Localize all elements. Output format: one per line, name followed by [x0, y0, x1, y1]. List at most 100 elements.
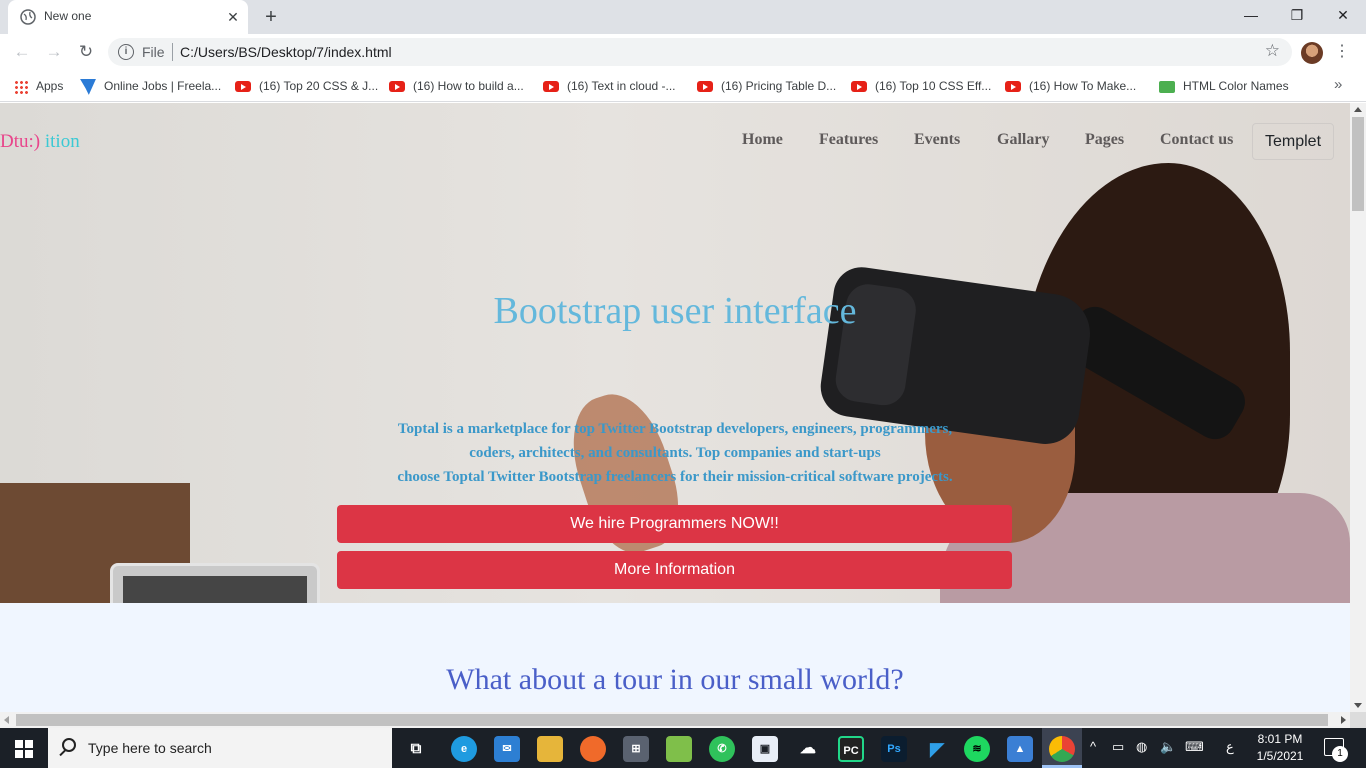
- bookmark-label: Apps: [36, 79, 64, 93]
- tab-close-icon[interactable]: ✕: [224, 8, 242, 26]
- nav-pages[interactable]: Pages: [1085, 131, 1124, 149]
- page-viewport: Dtu:) ition Home Features Events Gallary…: [0, 103, 1350, 712]
- mail-icon[interactable]: ✉: [494, 736, 520, 762]
- youtube-icon: [851, 81, 867, 93]
- bookmark-apps[interactable]: Apps: [14, 77, 63, 95]
- bookmark-text-in-cloud[interactable]: (16) Text in cloud -...: [543, 77, 676, 95]
- nav-contact-us[interactable]: Contact us: [1160, 131, 1233, 149]
- scroll-down-arrow-icon[interactable]: [1354, 703, 1362, 708]
- close-window-button[interactable]: ✕: [1330, 4, 1356, 26]
- bookmark-pricing-table[interactable]: (16) Pricing Table D...: [697, 77, 836, 95]
- firefox-icon[interactable]: [580, 736, 606, 762]
- vertical-scroll-thumb[interactable]: [1352, 117, 1364, 211]
- spotify-icon[interactable]: ≋: [964, 736, 990, 762]
- battery-icon[interactable]: ▭: [1112, 739, 1124, 755]
- restore-button[interactable]: ❐: [1284, 4, 1310, 26]
- nav-events[interactable]: Events: [914, 131, 960, 149]
- apps-grid-icon: [14, 79, 28, 94]
- browser-tab[interactable]: New one ✕: [8, 0, 248, 34]
- network-globe-icon[interactable]: ◍: [1136, 739, 1147, 755]
- windows-start-icon[interactable]: [0, 728, 48, 768]
- reload-icon[interactable]: ↻: [74, 40, 98, 64]
- nav-home[interactable]: Home: [742, 131, 783, 149]
- bookmark-label: (16) How To Make...: [1029, 79, 1137, 93]
- soundcloud-icon[interactable]: ☁: [795, 736, 821, 762]
- browser-toolbar: ← → ↻ i File C:/Users/BS/Desktop/7/index…: [0, 34, 1366, 70]
- store-icon[interactable]: ⊞: [623, 736, 649, 762]
- bookmark-label: HTML Color Names: [1183, 79, 1289, 93]
- app-box-icon[interactable]: ▣: [752, 736, 778, 762]
- nav-features[interactable]: Features: [819, 131, 878, 149]
- hero-description: Toptal is a marketplace for top Twitter …: [338, 417, 1012, 489]
- brand-logo[interactable]: Dtu:) ition: [0, 131, 80, 153]
- w3schools-icon: [1159, 80, 1175, 93]
- notepad-plus-icon[interactable]: [666, 736, 692, 762]
- hero-line-1: Toptal is a marketplace for top Twitter …: [397, 421, 953, 437]
- keyboard-icon[interactable]: ⌨: [1185, 739, 1204, 755]
- bookmark-star-icon[interactable]: ☆: [1265, 41, 1280, 61]
- chrome-icon[interactable]: [1049, 736, 1075, 762]
- photos-icon[interactable]: ▲: [1007, 736, 1033, 762]
- scroll-up-arrow-icon[interactable]: [1354, 107, 1362, 112]
- bookmark-how-to-build[interactable]: (16) How to build a...: [389, 77, 524, 95]
- url-text[interactable]: C:/Users/BS/Desktop/7/index.html: [180, 44, 392, 60]
- globe-icon: [20, 9, 36, 25]
- brand-part-1: Dtu:): [0, 131, 41, 152]
- horizontal-scroll-thumb[interactable]: [16, 714, 1328, 726]
- scrollbar-corner: [1350, 712, 1366, 728]
- bookmark-online-jobs[interactable]: Online Jobs | Freela...: [80, 77, 221, 95]
- file-explorer-icon[interactable]: [537, 736, 563, 762]
- vertical-scrollbar[interactable]: [1350, 103, 1366, 712]
- edge-icon[interactable]: e: [451, 736, 477, 762]
- new-tab-button[interactable]: +: [260, 6, 282, 28]
- youtube-icon: [1005, 81, 1021, 93]
- minimize-button[interactable]: —: [1238, 4, 1264, 26]
- bookmark-how-to-make[interactable]: (16) How To Make...: [1005, 77, 1136, 95]
- bookmark-label: (16) How to build a...: [413, 79, 524, 93]
- volume-icon[interactable]: 🔈: [1160, 739, 1176, 755]
- tray-chevron-icon[interactable]: ^: [1090, 739, 1096, 754]
- search-icon: [62, 738, 76, 752]
- hero-line-3: choose Toptal Twitter Bootstrap freelanc…: [397, 469, 953, 485]
- search-placeholder: Type here to search: [88, 740, 212, 756]
- bookmark-top10-css[interactable]: (16) Top 10 CSS Eff...: [851, 77, 991, 95]
- pycharm-icon[interactable]: PC: [838, 736, 864, 762]
- address-bar[interactable]: i File C:/Users/BS/Desktop/7/index.html …: [108, 38, 1292, 66]
- vscode-icon[interactable]: ◤: [924, 736, 950, 762]
- scroll-left-arrow-icon[interactable]: [4, 716, 9, 724]
- profile-avatar[interactable]: [1301, 42, 1323, 64]
- youtube-icon: [697, 81, 713, 93]
- scroll-right-arrow-icon[interactable]: [1341, 716, 1346, 724]
- youtube-icon: [543, 81, 559, 93]
- hire-programmers-button[interactable]: We hire Programmers NOW!!: [337, 505, 1012, 543]
- menu-kebab-icon[interactable]: ⋮: [1334, 40, 1350, 64]
- photoshop-icon[interactable]: Ps: [881, 736, 907, 762]
- task-view-icon[interactable]: ⧉: [403, 736, 429, 762]
- back-arrow-icon[interactable]: ←: [10, 40, 34, 64]
- bookmark-label: (16) Pricing Table D...: [721, 79, 837, 93]
- file-scheme-label: File: [142, 44, 165, 60]
- bookmarks-overflow-icon[interactable]: »: [1334, 76, 1342, 93]
- bookmark-html-color-names[interactable]: HTML Color Names: [1159, 77, 1289, 95]
- whatsapp-icon[interactable]: ✆: [709, 736, 735, 762]
- input-language[interactable]: ع: [1226, 739, 1234, 755]
- info-icon[interactable]: i: [118, 44, 134, 60]
- hero-photo-laptop: [110, 563, 320, 603]
- bookmarks-bar: Apps Online Jobs | Freela... (16) Top 20…: [0, 70, 1366, 102]
- forward-arrow-icon[interactable]: →: [42, 40, 66, 64]
- system-clock[interactable]: 8:01 PM 1/5/2021: [1250, 731, 1310, 765]
- tab-title: New one: [44, 9, 92, 23]
- nav-gallary[interactable]: Gallary: [997, 131, 1049, 149]
- bookmark-top20-css[interactable]: (16) Top 20 CSS & J...: [235, 77, 378, 95]
- bookmark-label: (16) Text in cloud -...: [567, 79, 676, 93]
- bookmark-label: (16) Top 20 CSS & J...: [259, 79, 379, 93]
- hero-title: Bootstrap user interface: [493, 290, 857, 332]
- clock-date: 1/5/2021: [1256, 749, 1304, 763]
- notification-badge: 1: [1332, 746, 1348, 762]
- tour-section-title: What about a tour in our small world?: [446, 663, 904, 696]
- more-information-button[interactable]: More Information: [337, 551, 1012, 589]
- taskbar-search-box[interactable]: Type here to search: [48, 728, 392, 768]
- templet-button[interactable]: Templet: [1252, 123, 1334, 160]
- youtube-icon: [235, 81, 251, 93]
- horizontal-scrollbar[interactable]: [0, 712, 1350, 728]
